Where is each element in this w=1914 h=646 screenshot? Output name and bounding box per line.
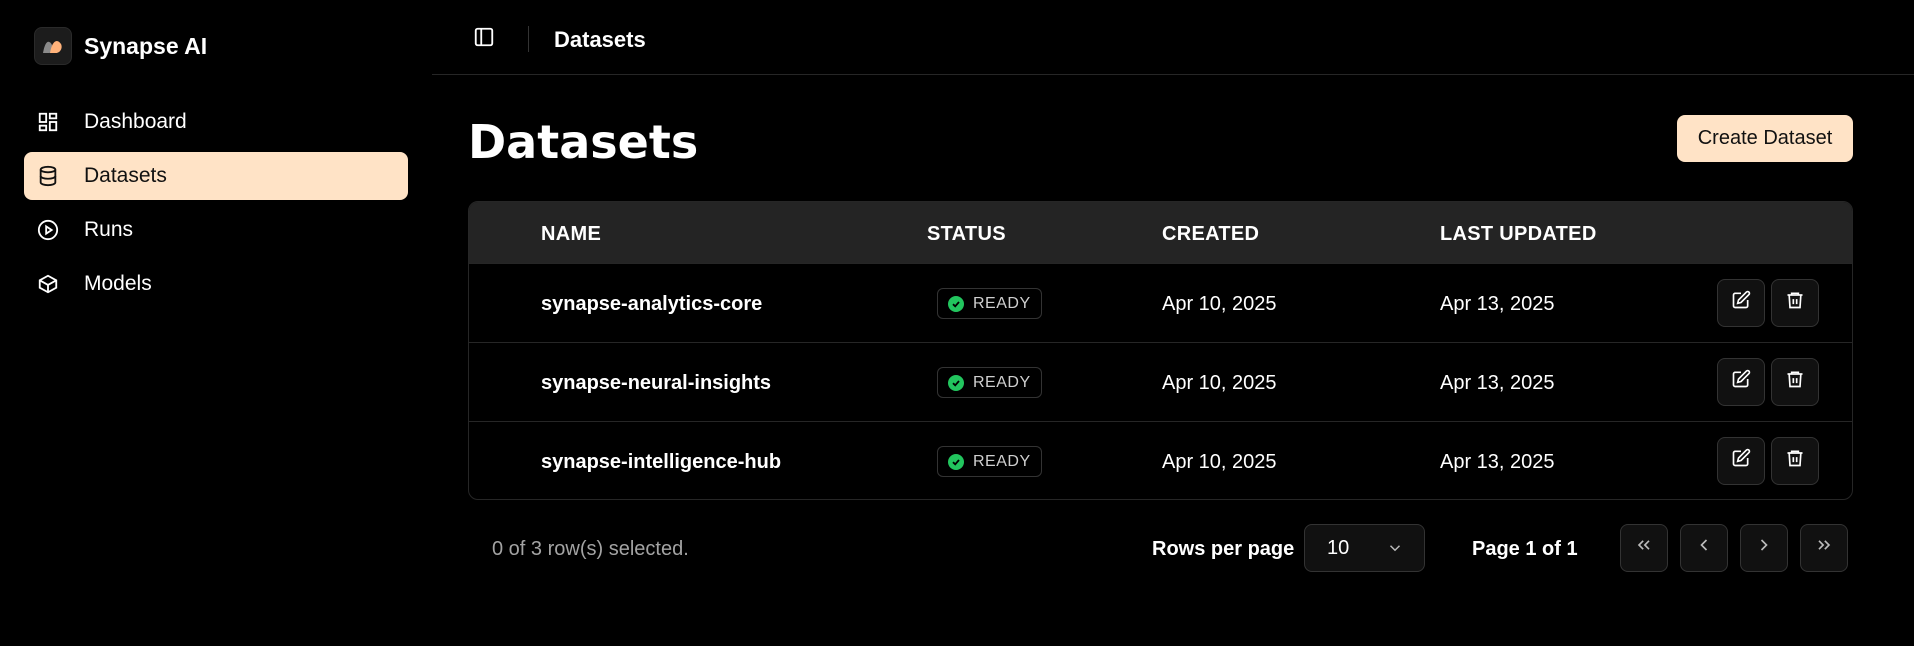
check-circle-icon [948,453,964,470]
chevrons-right-icon [1814,535,1834,561]
status-badge: READY [937,367,1042,398]
check-circle-icon [948,295,964,312]
page-info: Page 1 of 1 [1472,538,1578,560]
play-circle-icon [36,218,60,242]
edit-button[interactable] [1717,437,1765,485]
status-text: READY [973,452,1031,470]
selection-count: 0 of 3 row(s) selected. [492,538,689,560]
edit-icon [1731,448,1751,474]
updated-date: Apr 13, 2025 [1440,372,1555,394]
column-header-created[interactable]: CREATED [1162,223,1259,246]
table-header: NAME STATUS CREATED LAST UPDATED [469,202,1852,263]
layout-grid-icon [36,110,60,134]
delete-button[interactable] [1771,358,1819,406]
trash-icon [1785,448,1805,474]
previous-page-button[interactable] [1680,524,1728,572]
rows-per-page-select[interactable]: 10 [1304,524,1425,572]
sidebar-item-dashboard[interactable]: Dashboard [24,98,408,146]
status-text: READY [973,294,1031,312]
updated-date: Apr 13, 2025 [1440,293,1555,315]
sidebar-item-runs[interactable]: Runs [24,206,408,254]
dataset-name[interactable]: synapse-intelligence-hub [541,451,781,474]
table-row[interactable]: synapse-intelligence-hub READY Apr 10, 2… [469,421,1852,499]
created-date: Apr 10, 2025 [1162,372,1277,394]
column-header-updated[interactable]: LAST UPDATED [1440,223,1597,246]
rows-per-page-value: 10 [1327,536,1350,559]
topbar: Datasets [432,0,1914,75]
page-title: Datasets [468,115,699,169]
edit-icon [1731,369,1751,395]
main-content: Datasets Datasets Create Dataset NAME ST… [432,0,1914,646]
sidebar-item-label: Datasets [84,164,167,187]
edit-button[interactable] [1717,358,1765,406]
rows-per-page-label: Rows per page [1152,538,1295,560]
updated-date: Apr 13, 2025 [1440,451,1555,473]
trash-icon [1785,290,1805,316]
sidebar-item-models[interactable]: Models [24,260,408,308]
trash-icon [1785,369,1805,395]
table-row[interactable]: synapse-analytics-core READY Apr 10, 202… [469,263,1852,342]
table-row[interactable]: synapse-neural-insights READY Apr 10, 20… [469,342,1852,421]
next-page-button[interactable] [1740,524,1788,572]
sidebar: Synapse AI Dashboard Datasets Runs Model… [0,0,432,646]
sidebar-item-label: Runs [84,218,134,241]
column-header-name[interactable]: NAME [541,223,601,246]
brand[interactable]: Synapse AI [34,26,207,66]
create-dataset-button[interactable]: Create Dataset [1677,115,1853,162]
panel-left-icon [473,26,495,54]
sidebar-nav: Dashboard Datasets Runs Models [24,98,408,314]
database-icon [36,164,60,188]
box-icon [36,272,60,296]
status-badge: READY [937,288,1042,319]
dataset-name[interactable]: synapse-neural-insights [541,372,771,395]
sidebar-item-label: Models [84,272,152,295]
chevron-left-icon [1694,535,1714,561]
sidebar-item-datasets[interactable]: Datasets [24,152,408,200]
chevron-down-icon [1386,539,1404,563]
column-header-status[interactable]: STATUS [927,223,1006,246]
sidebar-toggle-button[interactable] [468,24,500,56]
brand-name: Synapse AI [84,32,208,59]
chevron-right-icon [1754,535,1774,561]
check-circle-icon [948,374,964,391]
chevrons-left-icon [1634,535,1654,561]
first-page-button[interactable] [1620,524,1668,572]
last-page-button[interactable] [1800,524,1848,572]
edit-button[interactable] [1717,279,1765,327]
logo-icon [34,27,72,65]
delete-button[interactable] [1771,437,1819,485]
datasets-table: NAME STATUS CREATED LAST UPDATED synapse… [468,201,1853,500]
delete-button[interactable] [1771,279,1819,327]
status-text: READY [973,373,1031,391]
created-date: Apr 10, 2025 [1162,451,1277,473]
sidebar-item-label: Dashboard [84,110,187,133]
edit-icon [1731,290,1751,316]
created-date: Apr 10, 2025 [1162,293,1277,315]
status-badge: READY [937,446,1042,477]
breadcrumb: Datasets [554,27,646,52]
dataset-name[interactable]: synapse-analytics-core [541,293,762,316]
topbar-divider [528,26,529,52]
